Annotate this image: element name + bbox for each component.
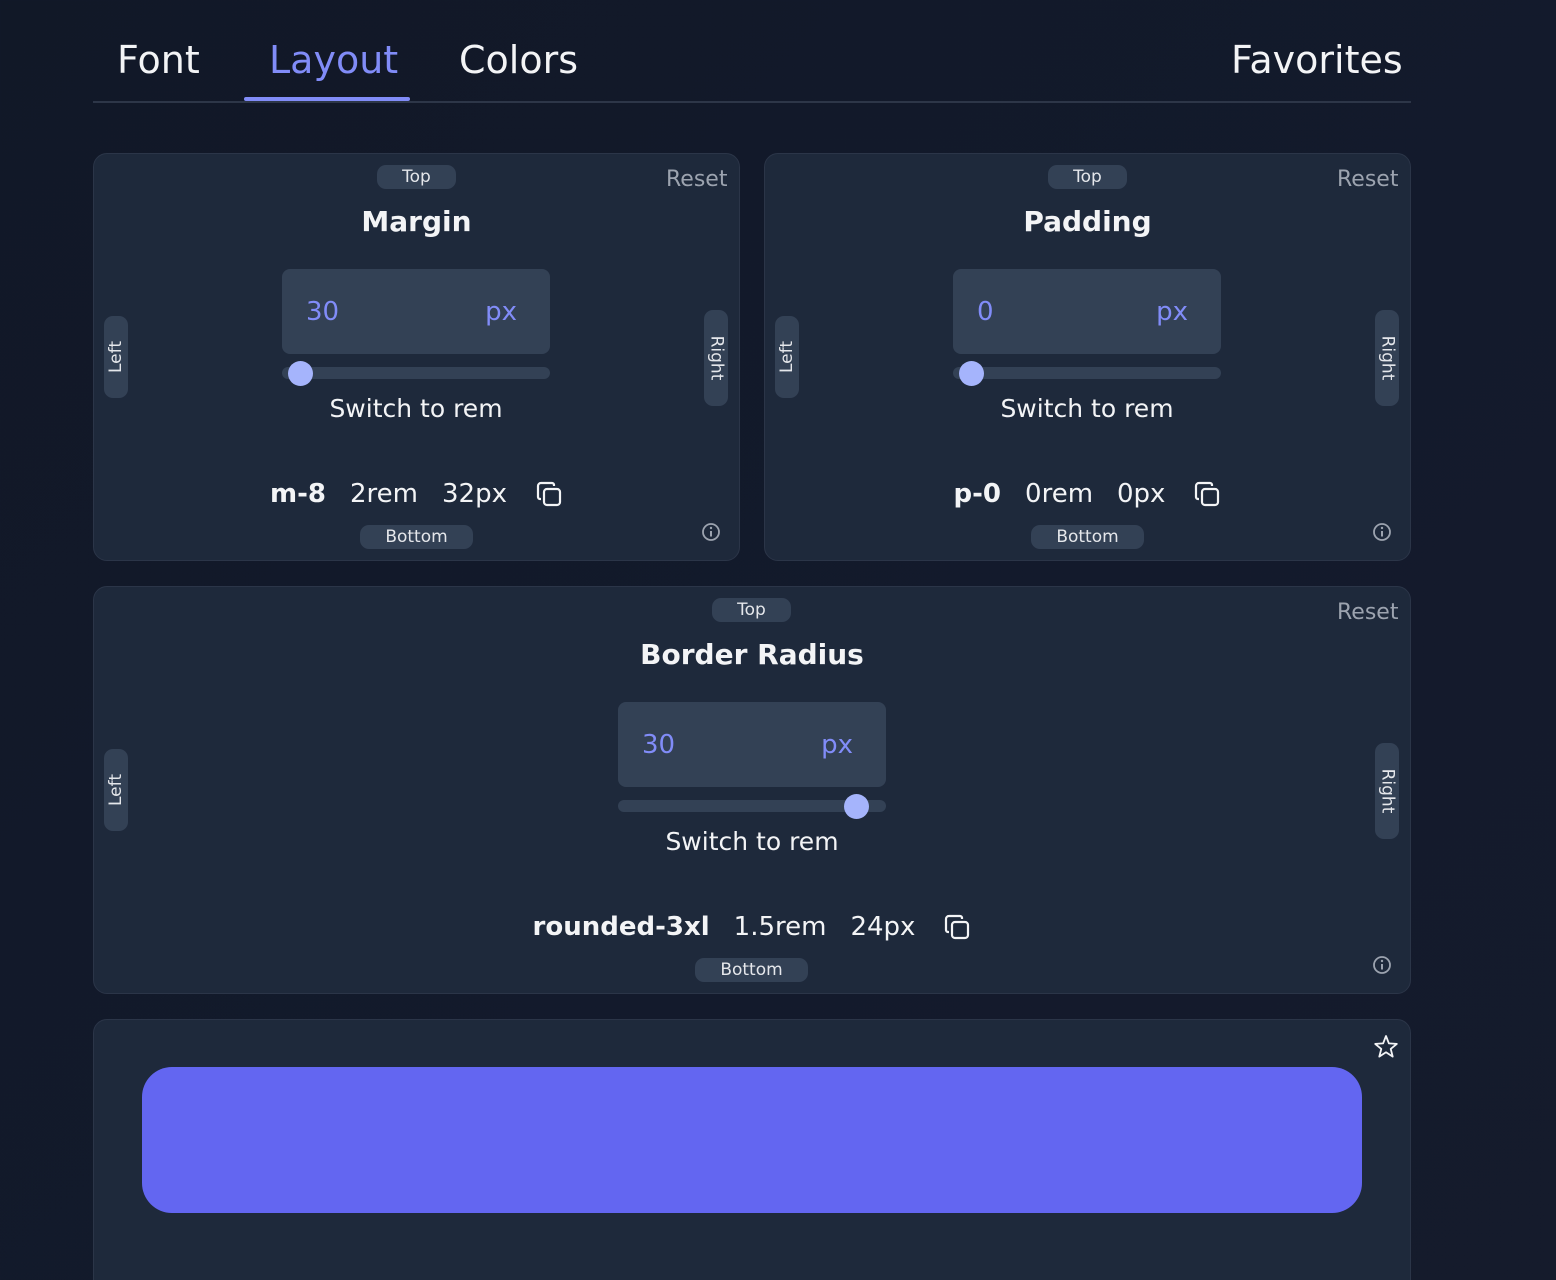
preview-box bbox=[142, 1067, 1362, 1213]
tab-layout[interactable]: Layout bbox=[269, 38, 398, 82]
preview-card bbox=[93, 1019, 1411, 1280]
padding-switch-unit-button[interactable]: Switch to rem bbox=[953, 394, 1221, 423]
padding-value: 0 bbox=[977, 296, 994, 327]
padding-left-label: Left bbox=[777, 341, 798, 373]
padding-slider[interactable] bbox=[953, 361, 1221, 386]
padding-slider-thumb[interactable] bbox=[959, 361, 984, 386]
padding-right-label: Right bbox=[1377, 335, 1397, 381]
border-radius-card: Top Reset Border Radius Left Right 30 px… bbox=[93, 586, 1411, 994]
margin-class-name: m-8 bbox=[270, 479, 326, 509]
padding-bottom-button[interactable]: Bottom bbox=[1031, 525, 1144, 549]
radius-px-value: 24px bbox=[850, 912, 916, 942]
padding-unit: px bbox=[1156, 296, 1188, 327]
padding-px-value: 0px bbox=[1117, 479, 1166, 509]
radius-class-name: rounded-3xl bbox=[532, 912, 710, 942]
radius-bottom-button[interactable]: Bottom bbox=[695, 958, 808, 982]
radius-slider[interactable] bbox=[618, 794, 886, 819]
copy-icon[interactable] bbox=[943, 913, 971, 941]
margin-rem-value: 2rem bbox=[350, 479, 418, 509]
radius-result: rounded-3xl 1.5rem 24px bbox=[94, 912, 1410, 942]
radius-reset-button[interactable]: Reset bbox=[1337, 600, 1398, 625]
radius-value-input[interactable]: 30 px bbox=[618, 702, 886, 787]
tab-colors[interactable]: Colors bbox=[459, 38, 578, 82]
margin-right-label: Right bbox=[706, 335, 726, 381]
padding-rem-value: 0rem bbox=[1025, 479, 1094, 509]
tab-font[interactable]: Font bbox=[117, 38, 200, 82]
radius-left-label: Left bbox=[106, 774, 127, 806]
radius-value: 30 bbox=[642, 729, 676, 760]
radius-right-label: Right bbox=[1377, 768, 1397, 814]
copy-icon[interactable] bbox=[535, 480, 563, 508]
radius-title: Border Radius bbox=[640, 638, 864, 671]
margin-slider-thumb[interactable] bbox=[288, 361, 313, 386]
margin-value-input[interactable]: 30 px bbox=[282, 269, 550, 354]
tab-favorites[interactable]: Favorites bbox=[1231, 38, 1403, 82]
info-icon[interactable] bbox=[1372, 955, 1392, 975]
radius-rem-value: 1.5rem bbox=[733, 912, 827, 942]
star-icon[interactable] bbox=[1372, 1033, 1400, 1061]
padding-result: p-0 0rem 0px bbox=[765, 479, 1410, 509]
padding-value-input[interactable]: 0 px bbox=[953, 269, 1221, 354]
margin-left-label: Left bbox=[106, 341, 127, 373]
margin-left-button[interactable]: Left bbox=[104, 316, 128, 398]
padding-top-button[interactable]: Top bbox=[1048, 165, 1127, 189]
info-icon[interactable] bbox=[701, 522, 721, 542]
margin-reset-button[interactable]: Reset bbox=[666, 167, 727, 192]
padding-left-button[interactable]: Left bbox=[775, 316, 799, 398]
margin-value: 30 bbox=[306, 296, 340, 327]
margin-slider[interactable] bbox=[282, 361, 550, 386]
margin-result: m-8 2rem 32px bbox=[94, 479, 739, 509]
padding-class-name: p-0 bbox=[953, 479, 1002, 509]
active-tab-indicator bbox=[244, 97, 410, 101]
margin-card: Top Reset Margin Left Right 30 px Switch… bbox=[93, 153, 740, 561]
margin-title: Margin bbox=[361, 205, 472, 238]
info-icon[interactable] bbox=[1372, 522, 1392, 542]
margin-switch-unit-button[interactable]: Switch to rem bbox=[282, 394, 550, 423]
margin-px-value: 32px bbox=[441, 479, 507, 509]
margin-bottom-button[interactable]: Bottom bbox=[360, 525, 473, 549]
radius-top-button[interactable]: Top bbox=[712, 598, 791, 622]
tab-bar: Font Layout Colors Favorites bbox=[93, 0, 1411, 103]
radius-slider-thumb[interactable] bbox=[844, 794, 870, 819]
margin-unit: px bbox=[485, 296, 517, 327]
padding-right-button[interactable]: Right bbox=[1375, 310, 1399, 406]
padding-title: Padding bbox=[1023, 205, 1152, 238]
radius-unit: px bbox=[821, 729, 853, 760]
radius-left-button[interactable]: Left bbox=[104, 749, 128, 831]
radius-switch-unit-button[interactable]: Switch to rem bbox=[618, 827, 886, 856]
padding-reset-button[interactable]: Reset bbox=[1337, 167, 1398, 192]
margin-top-button[interactable]: Top bbox=[377, 165, 456, 189]
copy-icon[interactable] bbox=[1193, 480, 1221, 508]
margin-right-button[interactable]: Right bbox=[704, 310, 728, 406]
padding-card: Top Reset Padding Left Right 0 px Switch… bbox=[764, 153, 1411, 561]
radius-right-button[interactable]: Right bbox=[1375, 743, 1399, 839]
